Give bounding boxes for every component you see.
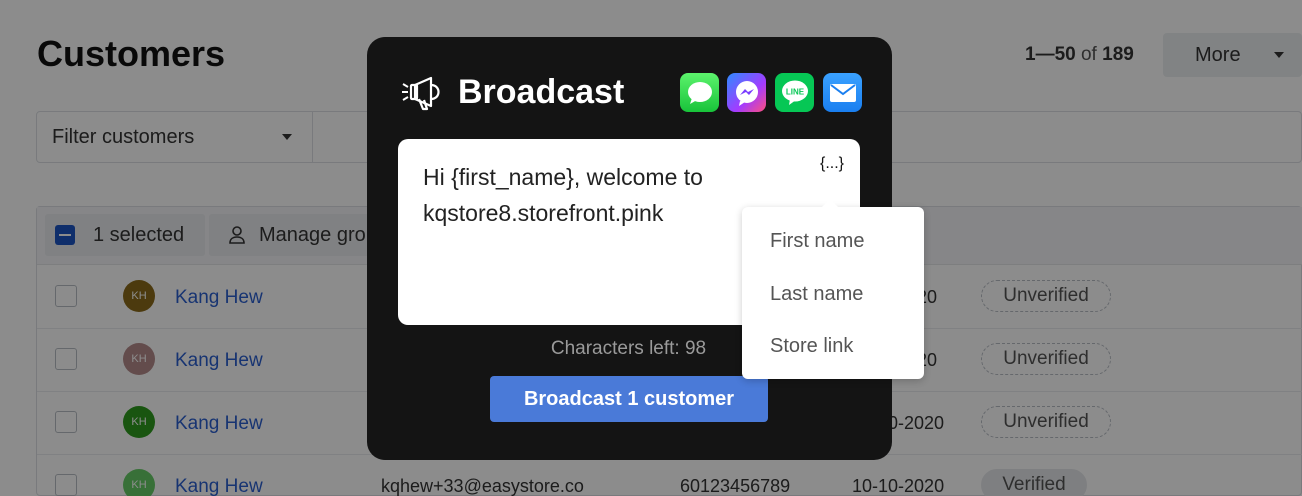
megaphone-icon [402, 76, 440, 111]
variables-dropdown: First name Last name Store link [742, 199, 924, 379]
menu-item-last-name[interactable]: Last name [770, 283, 863, 306]
menu-item-first-name[interactable]: First name [770, 230, 864, 253]
broadcast-button[interactable]: Broadcast 1 customer [490, 376, 768, 422]
menu-item-store-link[interactable]: Store link [770, 335, 853, 358]
mail-icon[interactable] [823, 73, 862, 112]
messages-icon[interactable] [680, 73, 719, 112]
message-line-1: Hi {first_name}, welcome to [423, 164, 703, 190]
line-icon[interactable]: LINE [775, 73, 814, 112]
messenger-icon[interactable] [727, 73, 766, 112]
modal-title: Broadcast [458, 73, 625, 111]
svg-text:LINE: LINE [785, 87, 804, 96]
insert-variable-button[interactable]: {...} [820, 155, 844, 173]
